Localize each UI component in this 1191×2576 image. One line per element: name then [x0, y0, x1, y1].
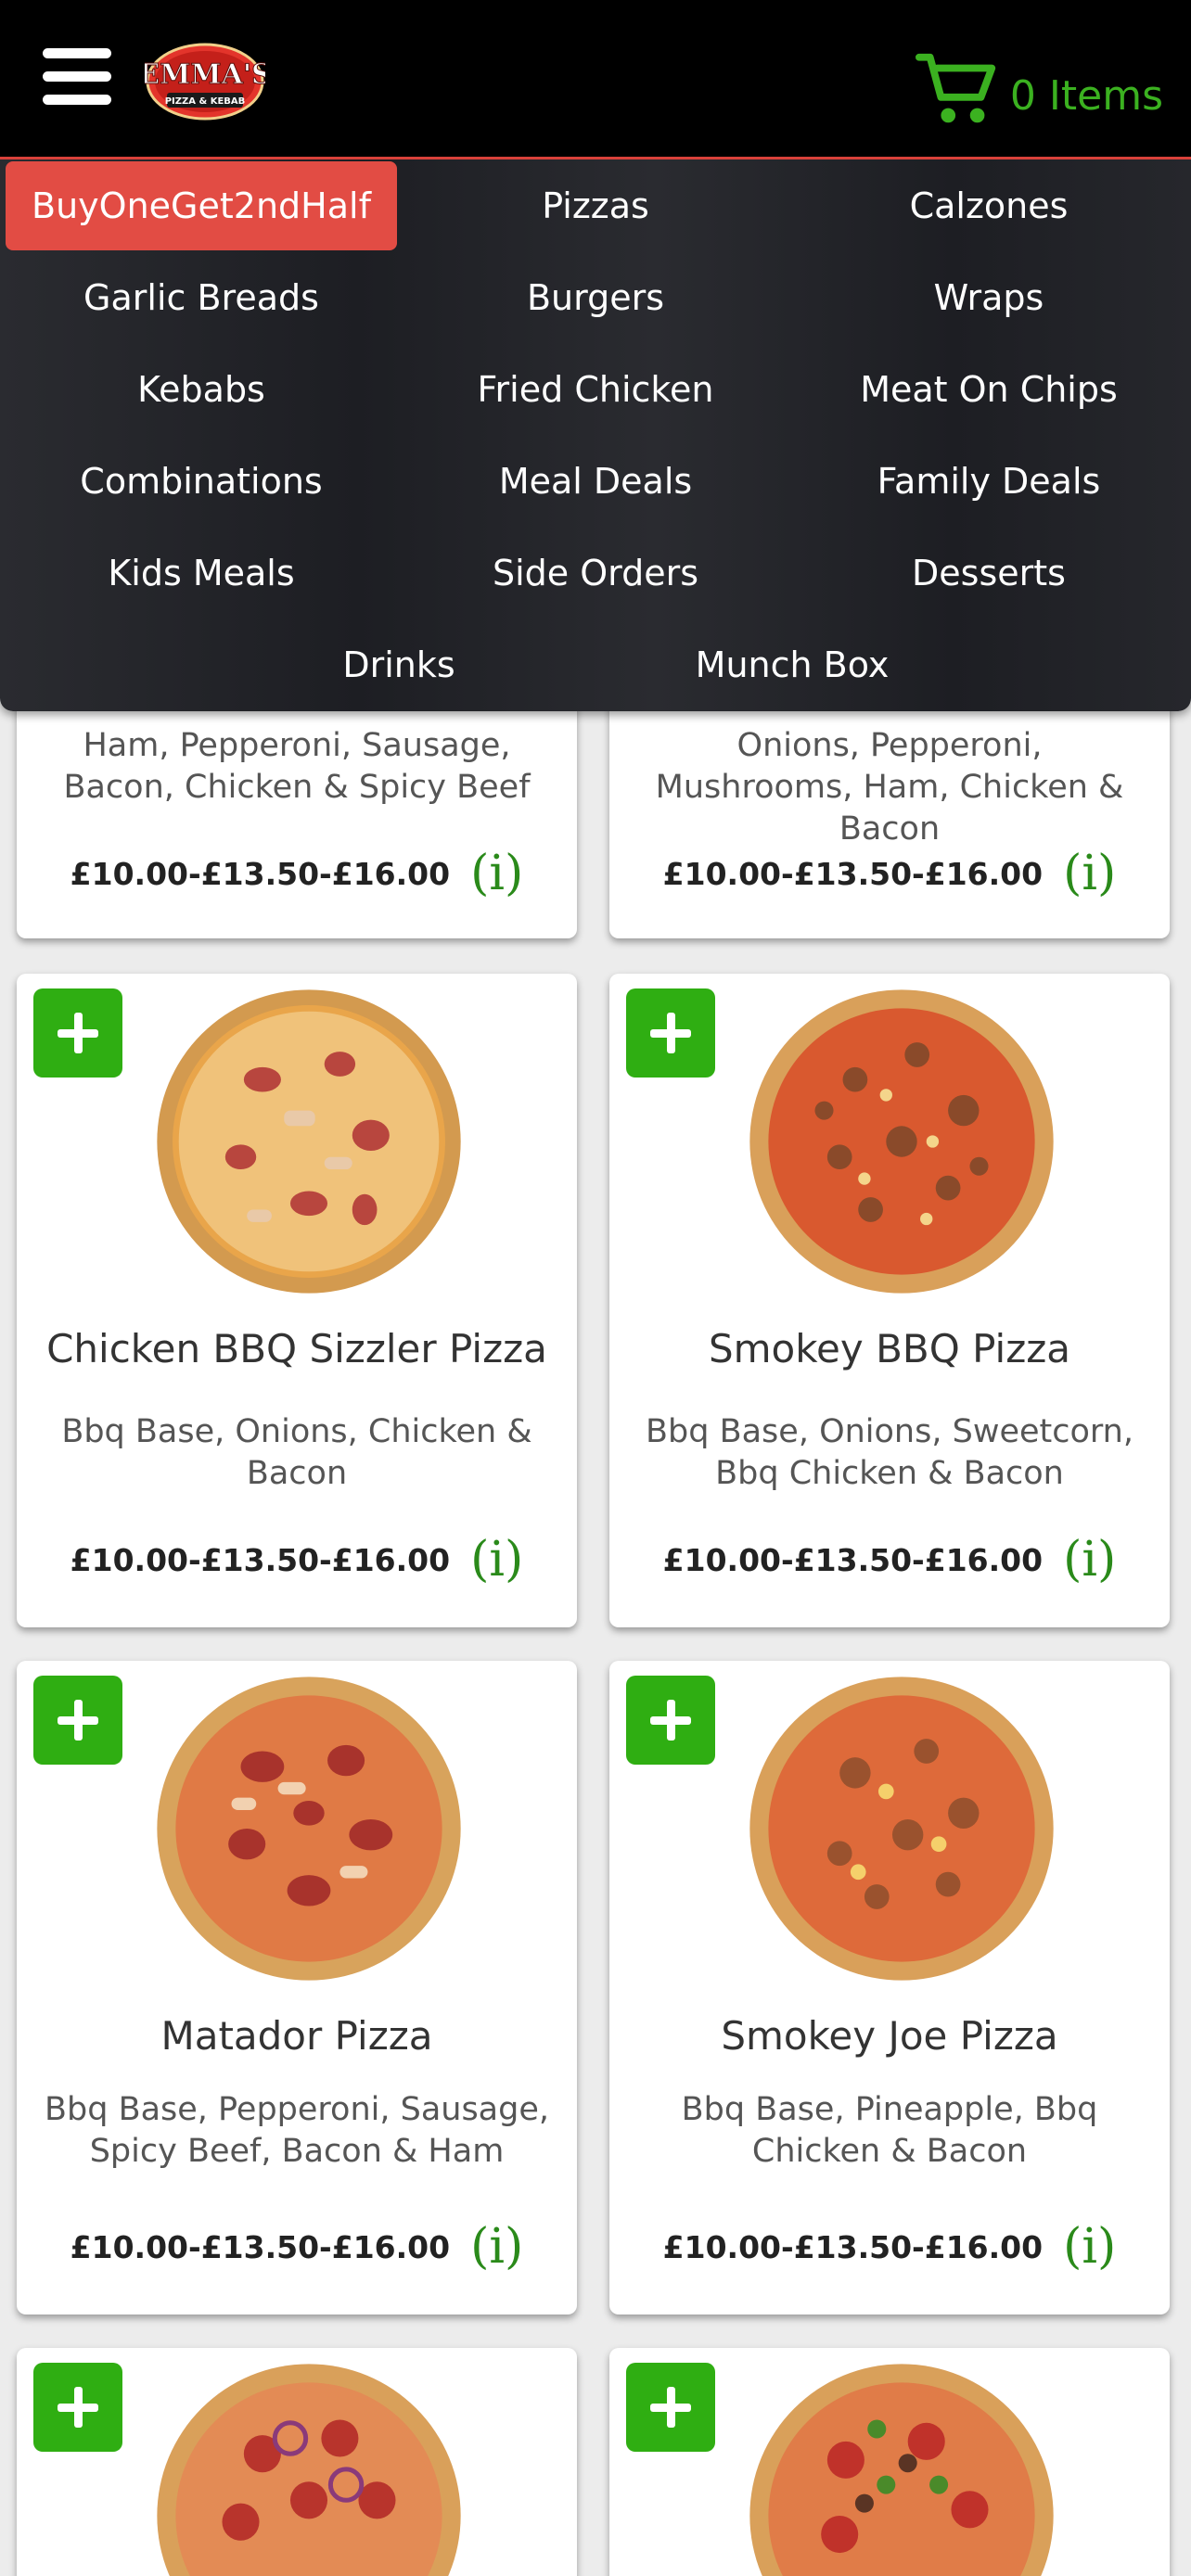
category-pizzas[interactable]: Pizzas — [399, 161, 792, 250]
category-meat-on-chips[interactable]: Meat On Chips — [792, 345, 1185, 434]
pizza-image — [157, 989, 461, 1294]
product-price: £10.00-£13.50-£16.00 — [70, 2228, 451, 2265]
category-burgers[interactable]: Burgers — [399, 253, 792, 342]
add-button[interactable] — [33, 1676, 122, 1765]
category-drinks[interactable]: Drinks — [202, 620, 596, 709]
cart-item-count: 0 Items — [1009, 71, 1163, 120]
category-wraps[interactable]: Wraps — [792, 253, 1185, 342]
category-buyonegetsecondhalf[interactable]: BuyOneGet2ndHalf — [6, 161, 397, 250]
product-title: Matador Pizza — [160, 2013, 433, 2059]
category-kids-meals[interactable]: Kids Meals — [6, 529, 397, 618]
pizza-image — [157, 1677, 461, 1981]
info-icon[interactable]: (i) — [470, 846, 523, 901]
category-side-orders[interactable]: Side Orders — [399, 529, 792, 618]
emmas-logo[interactable]: EMMA'S PIZZA & KEBAB — [145, 41, 265, 122]
hamburger-menu-icon[interactable] — [43, 48, 111, 106]
category-munch-box[interactable]: Munch Box — [596, 620, 989, 709]
category-meal-deals[interactable]: Meal Deals — [399, 437, 792, 526]
svg-text:EMMA'S: EMMA'S — [145, 58, 265, 91]
add-button[interactable] — [626, 2363, 715, 2452]
category-calzones[interactable]: Calzones — [792, 161, 1185, 250]
pizza-image — [749, 1677, 1054, 1981]
info-icon[interactable]: (i) — [470, 2219, 523, 2275]
info-icon[interactable]: (i) — [470, 1532, 523, 1588]
product-title: Chicken BBQ Sizzler Pizza — [46, 1326, 547, 1371]
product-description: Ham, Pepperoni, Sausage, Bacon, Chicken … — [63, 727, 531, 806]
category-desserts[interactable]: Desserts — [792, 529, 1185, 618]
product-title: Smokey BBQ Pizza — [708, 1326, 1071, 1371]
product-price: £10.00-£13.50-£16.00 — [662, 855, 1044, 892]
product-card[interactable]: Matador Pizza Bbq Base, Pepperoni, Sausa… — [17, 1661, 577, 2315]
product-description: Onions, Pepperoni, Mushrooms, Ham, Chick… — [655, 727, 1124, 848]
app-header: EMMA'S PIZZA & KEBAB 0 Items — [0, 0, 1191, 159]
product-card[interactable]: Chicken BBQ Sizzler Pizza Bbq Base, Onio… — [17, 974, 577, 1627]
cart-button[interactable]: 0 Items — [915, 53, 1163, 134]
product-title: Smokey Joe Pizza — [721, 2013, 1058, 2059]
info-icon[interactable]: (i) — [1063, 2219, 1116, 2275]
category-combinations[interactable]: Combinations — [6, 437, 397, 526]
product-description: Bbq Base, Pineapple, Bbq Chicken & Bacon — [681, 2091, 1098, 2170]
product-card[interactable]: Smokey BBQ Pizza Bbq Base, Onions, Sweet… — [609, 974, 1170, 1627]
product-price: £10.00-£13.50-£16.00 — [70, 1541, 451, 1578]
add-button[interactable] — [626, 988, 715, 1078]
add-button[interactable] — [33, 2363, 122, 2452]
category-menu: BuyOneGet2ndHalf Pizzas Calzones Garlic … — [0, 159, 1191, 711]
cart-icon — [915, 53, 996, 123]
product-price: £10.00-£13.50-£16.00 — [70, 855, 451, 892]
add-button[interactable] — [33, 988, 122, 1078]
product-card[interactable] — [609, 2348, 1170, 2576]
product-price: £10.00-£13.50-£16.00 — [662, 2228, 1044, 2265]
product-description: Bbq Base, Onions, Sweetcorn, Bbq Chicken… — [646, 1413, 1133, 1492]
add-button[interactable] — [626, 1676, 715, 1765]
pizza-image — [749, 2364, 1054, 2576]
category-fried-chicken[interactable]: Fried Chicken — [399, 345, 792, 434]
pizza-image — [157, 2364, 461, 2576]
category-garlic-breads[interactable]: Garlic Breads — [6, 253, 397, 342]
info-icon[interactable]: (i) — [1063, 1532, 1116, 1588]
product-description: Bbq Base, Onions, Chicken & Bacon — [61, 1413, 532, 1492]
product-card[interactable]: Smokey Joe Pizza Bbq Base, Pineapple, Bb… — [609, 1661, 1170, 2315]
product-card[interactable] — [17, 2348, 577, 2576]
category-family-deals[interactable]: Family Deals — [792, 437, 1185, 526]
pizza-image — [749, 989, 1054, 1294]
category-kebabs[interactable]: Kebabs — [6, 345, 397, 434]
product-price: £10.00-£13.50-£16.00 — [662, 1541, 1044, 1578]
product-description: Bbq Base, Pepperoni, Sausage, Spicy Beef… — [45, 2091, 550, 2170]
info-icon[interactable]: (i) — [1063, 846, 1116, 901]
svg-text:PIZZA & KEBAB: PIZZA & KEBAB — [165, 96, 246, 107]
